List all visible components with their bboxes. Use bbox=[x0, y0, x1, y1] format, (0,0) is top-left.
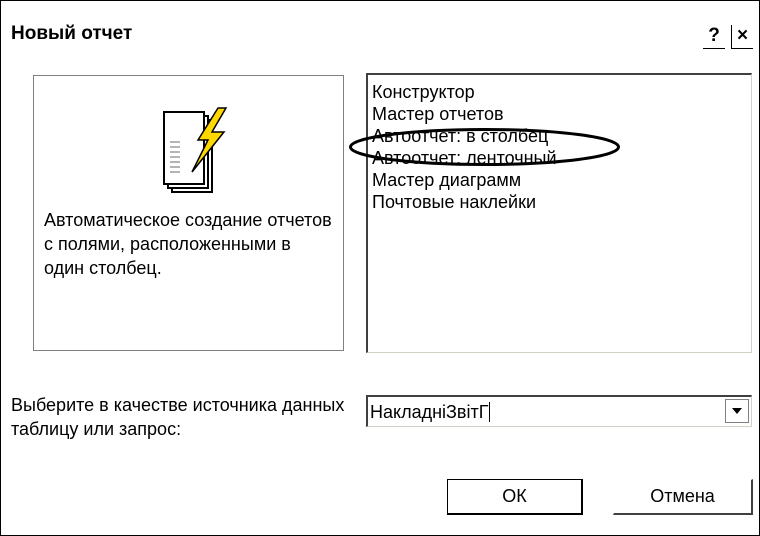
report-wizard-icon bbox=[163, 107, 228, 193]
list-item[interactable]: Мастер отчетов bbox=[372, 103, 504, 125]
list-item[interactable]: Автоотчет: ленточный bbox=[372, 147, 557, 169]
source-combobox-value[interactable]: НакладніЗвітГ bbox=[370, 401, 491, 423]
report-type-list[interactable]: Конструктор Мастер отчетов Автоотчет: в … bbox=[366, 73, 752, 353]
chevron-down-icon bbox=[732, 408, 742, 414]
list-item-selected[interactable]: Автоотчет: в столбец bbox=[372, 125, 548, 147]
preview-panel: Автоматическое создание отчетов с полями… bbox=[33, 75, 344, 351]
preview-description: Автоматическое создание отчетов с полями… bbox=[44, 210, 332, 278]
source-label: Выберите в качестве источника данных таб… bbox=[11, 395, 345, 439]
dropdown-button[interactable] bbox=[725, 399, 749, 423]
text-caret bbox=[489, 402, 491, 422]
dialog-title: Новый отчет bbox=[11, 23, 133, 44]
list-item[interactable]: Почтовые наклейки bbox=[372, 191, 536, 213]
new-report-dialog: Новый отчет ? × Автоматическое создание … bbox=[0, 0, 760, 536]
list-item[interactable]: Мастер диаграмм bbox=[372, 169, 521, 191]
cancel-button[interactable]: Отмена bbox=[613, 479, 753, 515]
list-item[interactable]: Конструктор bbox=[372, 81, 475, 103]
source-combobox[interactable]: НакладніЗвітГ bbox=[366, 395, 752, 427]
ok-button[interactable]: ОК bbox=[447, 479, 583, 515]
close-button[interactable]: × bbox=[731, 25, 753, 49]
help-button[interactable]: ? bbox=[703, 25, 725, 49]
